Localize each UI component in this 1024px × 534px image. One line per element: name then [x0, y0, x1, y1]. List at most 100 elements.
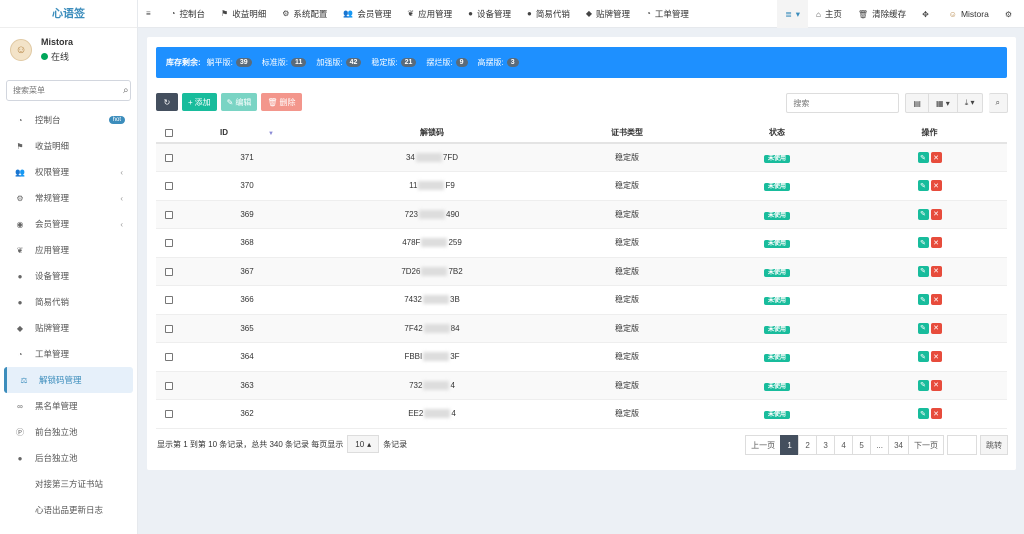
topnav-item-7[interactable]: ● 简易代销 [519, 0, 578, 28]
brand-logo[interactable]: 心语签 [0, 0, 137, 28]
row-edit-button[interactable]: ✎ [917, 351, 929, 363]
sidebar-item-12[interactable]: Ⓟ 前台独立池 [0, 419, 137, 445]
table-search-input[interactable] [786, 93, 900, 113]
export-button[interactable]: ⤓ ▾ [957, 93, 983, 113]
row-edit-button[interactable]: ✎ [917, 237, 929, 249]
row-delete-button[interactable]: ✕ [930, 237, 942, 249]
delete-button[interactable]: 🗑 删除 [261, 93, 302, 111]
table-row[interactable]: 367 7D26 7B2 稳定版 未使用 ✎ ✕ [156, 257, 1007, 286]
col-id[interactable]: ID ▼ [182, 123, 312, 144]
sidebar-item-11[interactable]: ∞ 黑名单管理 [0, 393, 137, 419]
prev-page-button[interactable]: 上一页 [745, 435, 782, 455]
sidebar-item-15[interactable]: 心语出品更新日志 [0, 497, 137, 523]
row-edit-button[interactable]: ✎ [917, 322, 929, 334]
table-row[interactable]: 363 732 4 稳定版 未使用 ✎ ✕ [156, 371, 1007, 400]
row-checkbox[interactable] [165, 153, 173, 162]
sidebar-item-5[interactable]: ❦ 应用管理 [0, 237, 137, 263]
row-delete-button[interactable]: ✕ [930, 152, 942, 163]
sidebar-search-input[interactable] [13, 86, 123, 95]
table-row[interactable]: 362 EE2 4 稳定版 未使用 ✎ ✕ [156, 399, 1007, 429]
add-button[interactable]: + 添加 [182, 93, 217, 111]
refresh-button[interactable]: ↻ [156, 93, 178, 111]
row-edit-button[interactable]: ✎ [917, 180, 929, 192]
print-button[interactable]: ▤ [905, 93, 929, 113]
advanced-search-button[interactable]: ⌕ [988, 93, 1008, 113]
page-button[interactable]: 4 [834, 435, 854, 455]
sidebar-item-14[interactable]: 对接第三方证书站 [0, 471, 137, 497]
row-delete-button[interactable]: ✕ [930, 322, 942, 334]
sidebar-toggle-button[interactable]: ≡ [138, 0, 163, 28]
sidebar-item-8[interactable]: ◆ 贴牌管理 [0, 315, 137, 341]
topnav-item-4[interactable]: 👥 会员管理 [335, 0, 399, 28]
row-edit-button[interactable]: ✎ [917, 408, 929, 420]
row-checkbox[interactable] [165, 381, 173, 390]
jump-page-input[interactable] [947, 435, 977, 455]
sidebar-item-13[interactable]: ● 后台独立池 [0, 445, 137, 471]
fullscreen-button[interactable]: ✥ [914, 0, 941, 28]
row-edit-button[interactable]: ✎ [917, 265, 929, 277]
row-checkbox[interactable] [165, 210, 173, 219]
row-delete-button[interactable]: ✕ [930, 208, 942, 220]
page-button[interactable]: 5 [852, 435, 872, 455]
page-size-select[interactable]: 10 ▴ [347, 435, 380, 453]
row-checkbox[interactable] [165, 353, 173, 362]
row-delete-button[interactable]: ✕ [930, 351, 942, 363]
select-all-checkbox[interactable] [165, 128, 173, 137]
settings-button[interactable]: ⚙ [997, 0, 1024, 28]
clear-cache-button[interactable]: 🗑 清除缓存 [850, 0, 914, 28]
sidebar-item-4[interactable]: ◉ 会员管理 ‹ [0, 211, 137, 237]
row-edit-button[interactable]: ✎ [917, 152, 929, 163]
topnav-item-9[interactable]: ◔ 工单管理 [638, 0, 697, 28]
sidebar-item-9[interactable]: ◔ 工单管理 [0, 341, 137, 367]
table-row[interactable]: 369 723 490 稳定版 未使用 ✎ ✕ [156, 200, 1007, 229]
page-button[interactable]: 3 [816, 435, 836, 455]
col-code[interactable]: 解锁码 [312, 123, 552, 144]
sidebar-item-6[interactable]: ● 设备管理 [0, 263, 137, 289]
topnav-item-3[interactable]: ⚙ 系统配置 [274, 0, 335, 28]
table-row[interactable]: 364 FBBI 3F 稳定版 未使用 ✎ ✕ [156, 342, 1007, 372]
jump-button[interactable]: 跳转 [980, 435, 1008, 455]
home-button[interactable]: ⌂ 主页 [808, 0, 850, 28]
sidebar-item-0[interactable]: ◔ 控制台 hot [0, 107, 137, 133]
layout-toggle-button[interactable]: ≣ ▾ [777, 0, 809, 28]
row-delete-button[interactable]: ✕ [930, 379, 942, 391]
table-row[interactable]: 366 7432 3B 稳定版 未使用 ✎ ✕ [156, 285, 1007, 315]
col-status[interactable]: 状态 [702, 123, 852, 144]
search-icon[interactable]: ⌕ [123, 85, 129, 96]
row-edit-button[interactable]: ✎ [917, 208, 929, 220]
row-checkbox[interactable] [165, 239, 173, 248]
next-page-button[interactable]: 下一页 [908, 435, 944, 455]
page-button[interactable]: 1 [780, 435, 800, 455]
topnav-item-5[interactable]: ❦ 应用管理 [399, 0, 460, 28]
sidebar-item-7[interactable]: ● 简易代销 [0, 289, 137, 315]
row-edit-button[interactable]: ✎ [917, 379, 929, 391]
row-checkbox[interactable] [165, 324, 173, 333]
table-row[interactable]: 371 34 7FD 稳定版 未使用 ✎ ✕ [156, 143, 1007, 172]
col-type[interactable]: 证书类型 [552, 123, 702, 144]
row-checkbox[interactable] [165, 267, 173, 276]
row-checkbox[interactable] [165, 296, 173, 305]
page-button[interactable]: 34 [888, 435, 909, 455]
page-button[interactable]: 2 [798, 435, 818, 455]
topnav-item-1[interactable]: ◔ 控制台 [163, 0, 213, 28]
row-checkbox[interactable] [165, 182, 173, 191]
row-delete-button[interactable]: ✕ [930, 408, 942, 420]
user-menu[interactable]: ☺ Mistora [941, 0, 997, 28]
row-edit-button[interactable]: ✎ [917, 294, 929, 306]
table-row[interactable]: 370 11 F9 稳定版 未使用 ✎ ✕ [156, 171, 1007, 201]
sidebar-item-2[interactable]: 👥 权限管理 ‹ [0, 159, 137, 185]
topnav-item-8[interactable]: ◆ 贴牌管理 [578, 0, 638, 28]
table-row[interactable]: 368 478F 259 稳定版 未使用 ✎ ✕ [156, 228, 1007, 258]
row-delete-button[interactable]: ✕ [930, 294, 942, 306]
sidebar-item-1[interactable]: ⚑ 收益明细 [0, 133, 137, 159]
sidebar-item-3[interactable]: ⚙ 常规管理 ‹ [0, 185, 137, 211]
topnav-item-2[interactable]: ⚑ 收益明细 [213, 0, 274, 28]
columns-button[interactable]: ▦ ▾ [928, 93, 958, 113]
edit-button[interactable]: ✎ 编辑 [220, 93, 258, 111]
row-delete-button[interactable]: ✕ [930, 265, 942, 277]
row-delete-button[interactable]: ✕ [930, 180, 942, 192]
sidebar-item-10[interactable]: ⚖ 解锁码管理 [4, 367, 133, 393]
topnav-item-6[interactable]: ● 设备管理 [460, 0, 519, 28]
row-checkbox[interactable] [165, 410, 173, 419]
table-row[interactable]: 365 7F42 84 稳定版 未使用 ✎ ✕ [156, 314, 1007, 343]
